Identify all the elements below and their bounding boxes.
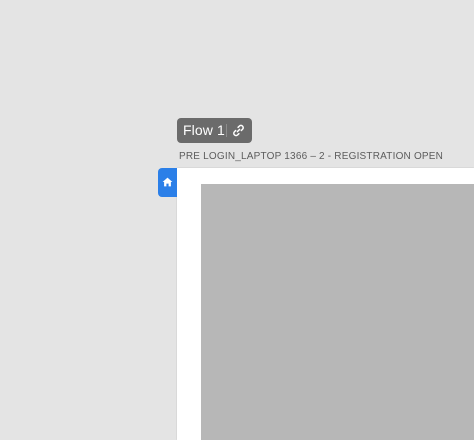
home-marker[interactable]	[158, 168, 177, 197]
artboard-title[interactable]: PRE LOGIN_LAPTOP 1366 – 2 - REGISTRATION…	[179, 151, 443, 162]
link-icon[interactable]	[231, 123, 246, 138]
flow-label: Flow 1	[183, 122, 225, 138]
image-placeholder	[201, 184, 474, 440]
flow-divider	[226, 124, 227, 137]
flow-pill[interactable]: Flow 1	[177, 118, 252, 143]
artboard[interactable]	[177, 168, 474, 440]
home-icon	[162, 177, 173, 187]
